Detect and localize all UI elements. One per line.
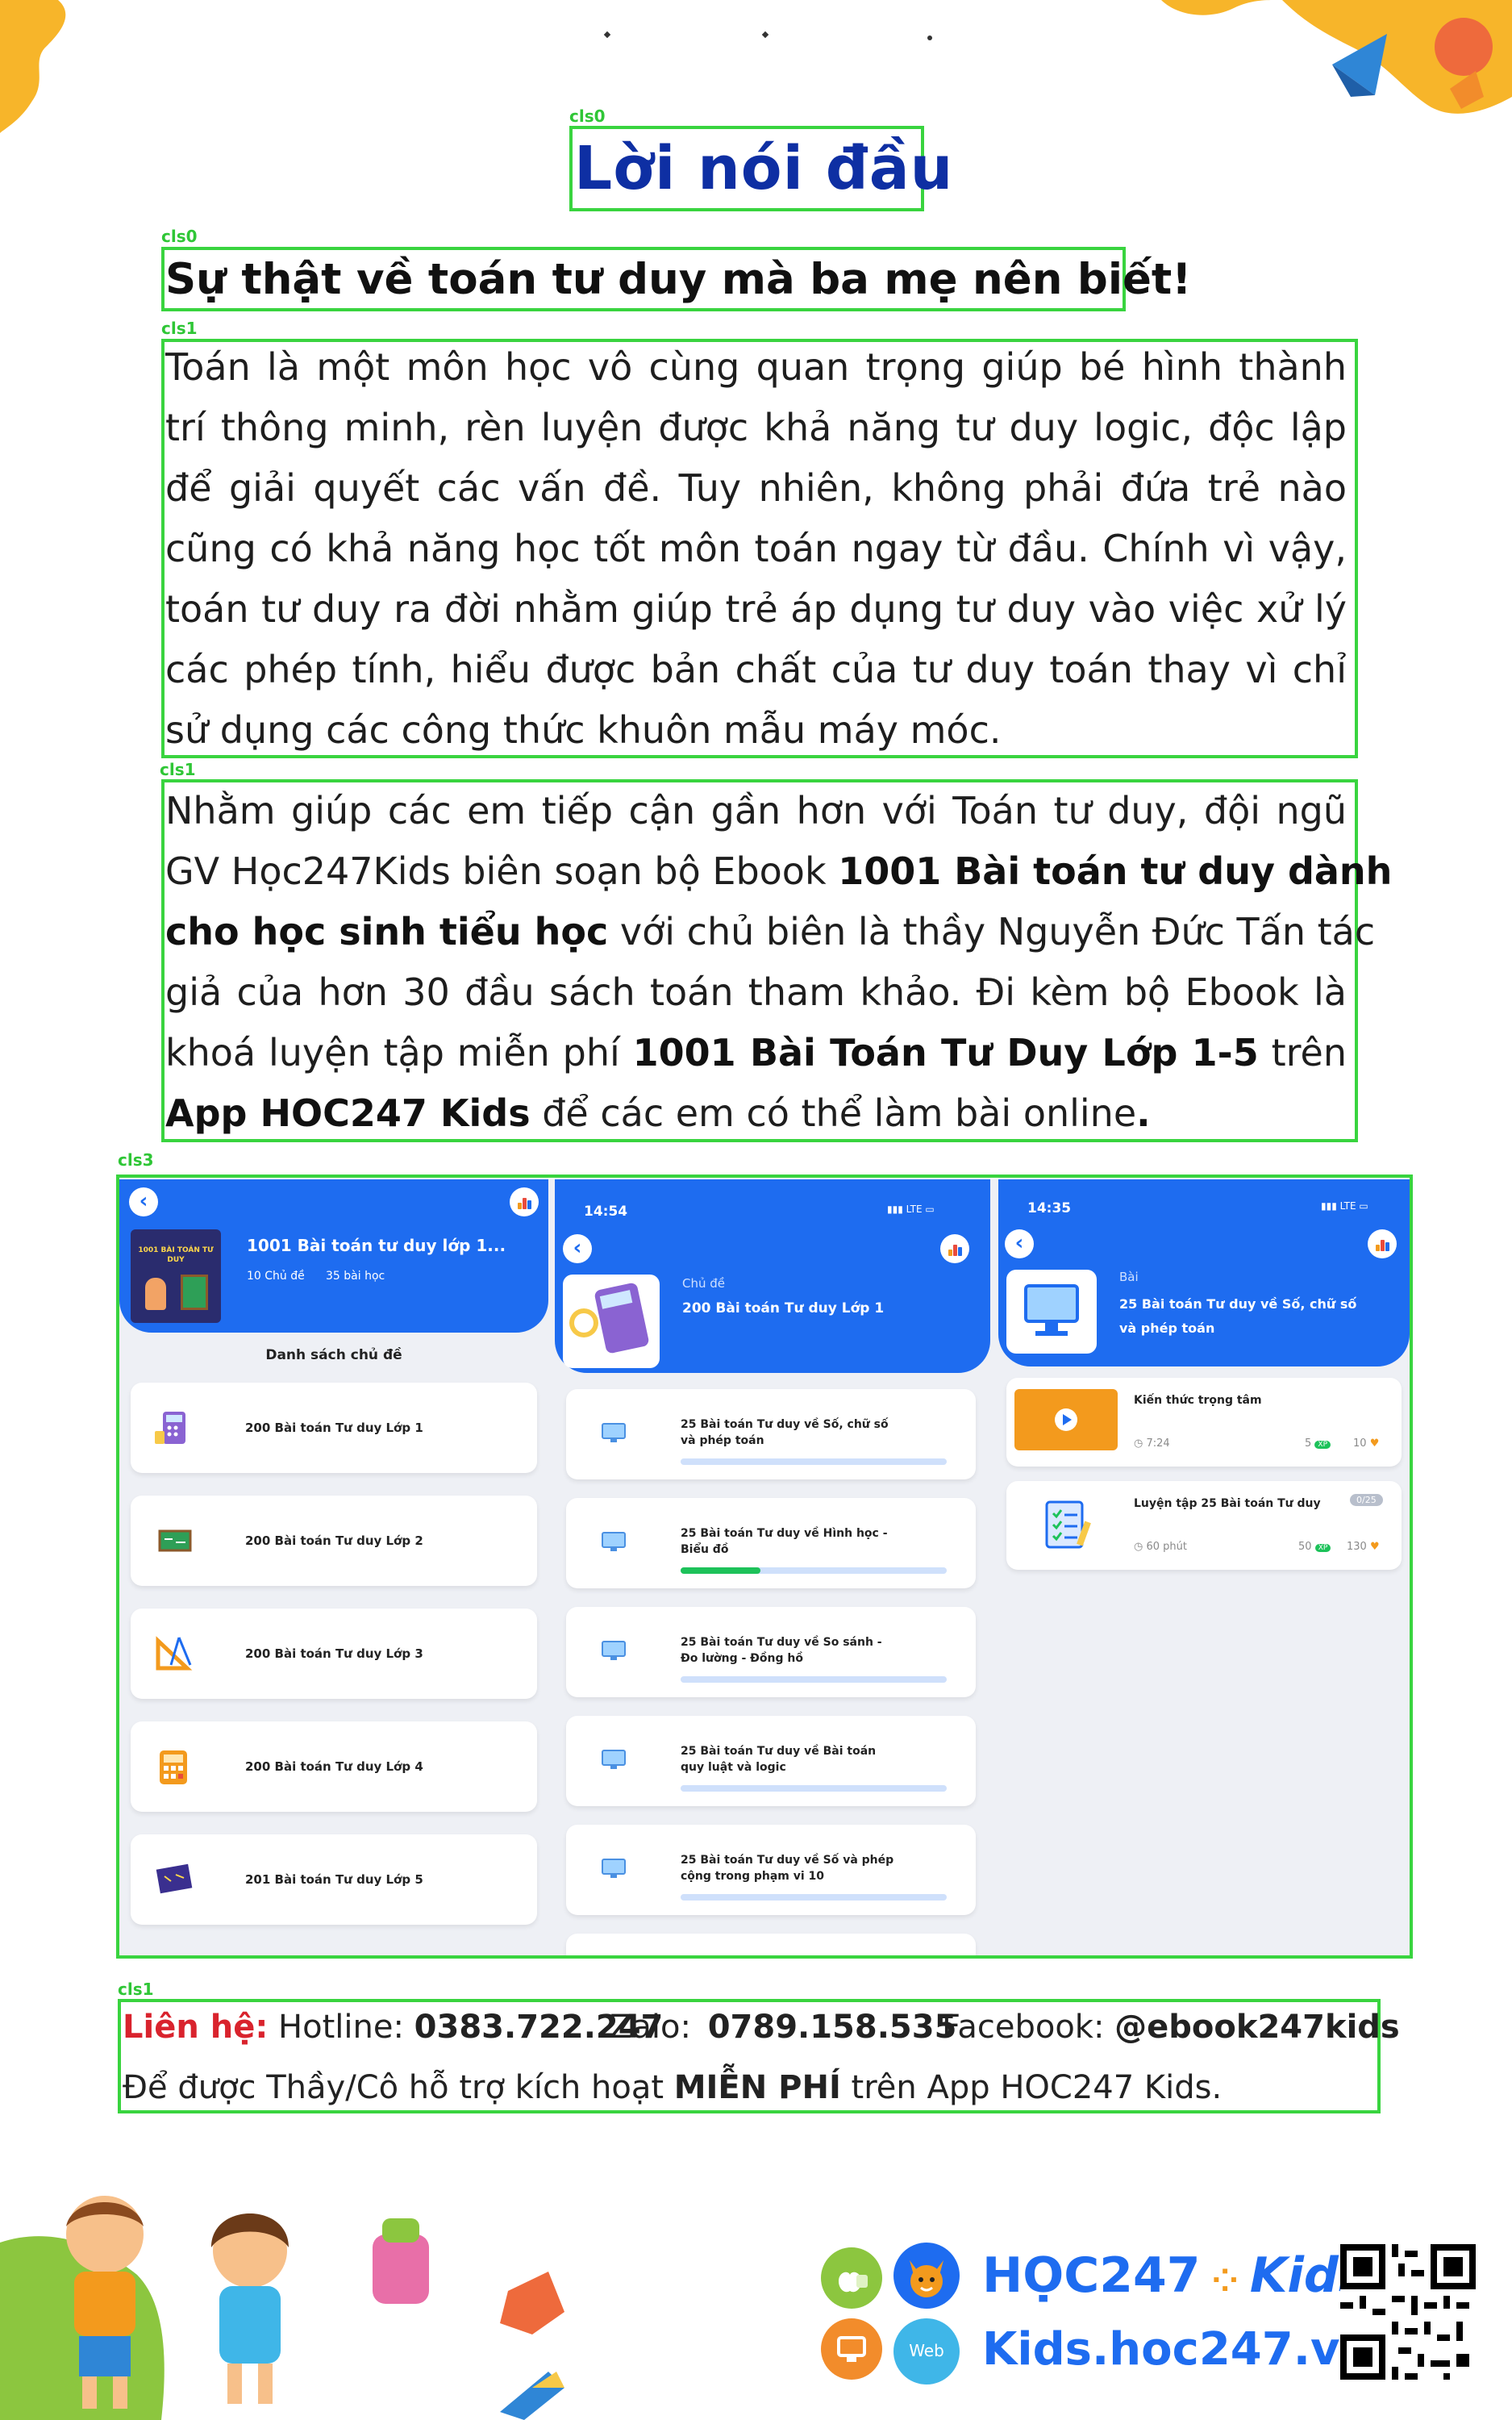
facebook-label: Facebook: xyxy=(942,2009,1115,2046)
web-badge: Web xyxy=(909,2341,944,2360)
detect-tag-screens: cls3 xyxy=(118,1150,154,1170)
free-highlight: MIỄN PHÍ xyxy=(673,2069,841,2106)
hotline-label: Hotline: xyxy=(268,2009,414,2046)
facebook-handle[interactable]: @ebook247kids xyxy=(1114,2009,1400,2046)
detect-tag-para2: cls1 xyxy=(160,760,196,779)
decor-dots xyxy=(603,31,943,47)
contact-block: Liên hệ: Hotline: 0383.722.247 Zalo: 078… xyxy=(123,1997,1400,2118)
brand-spark-icon: ⁘ xyxy=(1200,2263,1250,2300)
apple-android-icon xyxy=(839,2272,868,2293)
decor-top-left-blob xyxy=(0,0,66,133)
page-subtitle: Sự thật về toán tư duy mà ba mẹ nên biết… xyxy=(165,255,1192,304)
brand-hoc: HỌC247 xyxy=(982,2247,1201,2304)
para2-line: Nhằm giúp các em tiếp cận gần hơn với To… xyxy=(165,789,1347,832)
contact-label: Liên hệ: xyxy=(123,2009,269,2046)
ebook-name-cont: cho học sinh tiểu học xyxy=(165,910,609,953)
para1-line: để giải quyết các vấn đề. Tuy nhiên, khô… xyxy=(165,466,1347,510)
para1-line: cũng có khả năng học tốt môn toán ngay t… xyxy=(165,527,1347,570)
ebook-name: 1001 Bài toán tư duy dành xyxy=(838,849,1393,893)
para2-line: cho học sinh tiểu học với chủ biên là th… xyxy=(165,902,1375,962)
contact-line-2: Để được Thầy/Cô hỗ trợ kích hoạt MIỄN PH… xyxy=(123,2058,1377,2118)
fox-mascot-icon xyxy=(910,2260,943,2297)
detect-tag-para1: cls1 xyxy=(161,319,198,338)
contact-text: Để được Thầy/Cô hỗ trợ kích hoạt xyxy=(123,2069,674,2106)
zalo-number[interactable]: 0789.158.535 xyxy=(708,2009,957,2046)
contact-line-1: Liên hệ: Hotline: 0383.722.247 Zalo: 078… xyxy=(123,1997,1400,2058)
intro-paragraph: Toán là một môn học vô cùng quan trọng g… xyxy=(165,337,1347,761)
app-name: App HOC247 Kids xyxy=(165,1091,531,1135)
para2-text: khoá luyện tập miễn phí xyxy=(165,1031,633,1074)
mascot-app-icon[interactable] xyxy=(893,2243,960,2309)
course-name: 1001 Bài Toán Tư Duy Lớp 1-5 xyxy=(632,1031,1259,1074)
desktop-icon xyxy=(837,2336,866,2362)
para2-line: GV Học247Kids biên soạn bộ Ebook 1001 Bà… xyxy=(165,841,1392,902)
para2-text: với chủ biên là thầy Nguyễn Đức Tấn tác xyxy=(608,910,1376,953)
para1-line: các phép tính, hiểu được bản chất của tư… xyxy=(165,648,1347,691)
website-link[interactable]: Kids.hoc247.vn xyxy=(982,2322,1372,2378)
contact-text: trên App HOC247 Kids. xyxy=(840,2069,1223,2106)
desktop-app-icon[interactable] xyxy=(821,2318,882,2380)
para1-line: trí thông minh, rèn luyện được khả năng … xyxy=(165,406,1347,449)
kids-illustration xyxy=(0,2196,564,2420)
detect-tag-subtitle: cls0 xyxy=(161,227,198,246)
para2-line: giả của hơn 30 đầu sách toán tham khảo. … xyxy=(165,970,1347,1014)
para2-line: khoá luyện tập miễn phí 1001 Bài Toán Tư… xyxy=(165,1023,1347,1083)
para1-line: toán tư duy ra đời nhằm giúp trẻ áp dụng… xyxy=(165,587,1347,631)
decor-top-right-shapes xyxy=(1161,0,1512,114)
brand-logo: HỌC247 ⁘ Kids xyxy=(982,2247,1368,2309)
para2-text: trên xyxy=(1258,1031,1347,1074)
page-title: Lời nói đầu xyxy=(574,134,954,203)
para2-period: . xyxy=(1136,1091,1151,1135)
qr-code[interactable] xyxy=(1340,2244,1476,2380)
android-ios-app-icon[interactable] xyxy=(821,2247,882,2309)
para2-text: GV Học247Kids biên soạn bộ Ebook xyxy=(165,849,839,893)
web-app-icon[interactable]: Web xyxy=(893,2318,960,2385)
para1-line: Toán là một môn học vô cùng quan trọng g… xyxy=(165,345,1347,389)
detect-box-screens xyxy=(116,1175,1413,1959)
ebook-paragraph: Nhằm giúp các em tiếp cận gần hơn với To… xyxy=(165,781,1392,1144)
para2-line: App HOC247 Kids để các em có thể làm bài… xyxy=(165,1083,1347,1144)
detect-tag-contact: cls1 xyxy=(118,1980,154,1999)
para2-text: để các em có thể làm bài online xyxy=(530,1091,1137,1135)
para1-line: sử dụng các công thức khuôn mẫu máy móc. xyxy=(165,708,1002,752)
detect-tag-title: cls0 xyxy=(569,106,606,126)
zalo-label: Zalo: xyxy=(610,2009,702,2046)
